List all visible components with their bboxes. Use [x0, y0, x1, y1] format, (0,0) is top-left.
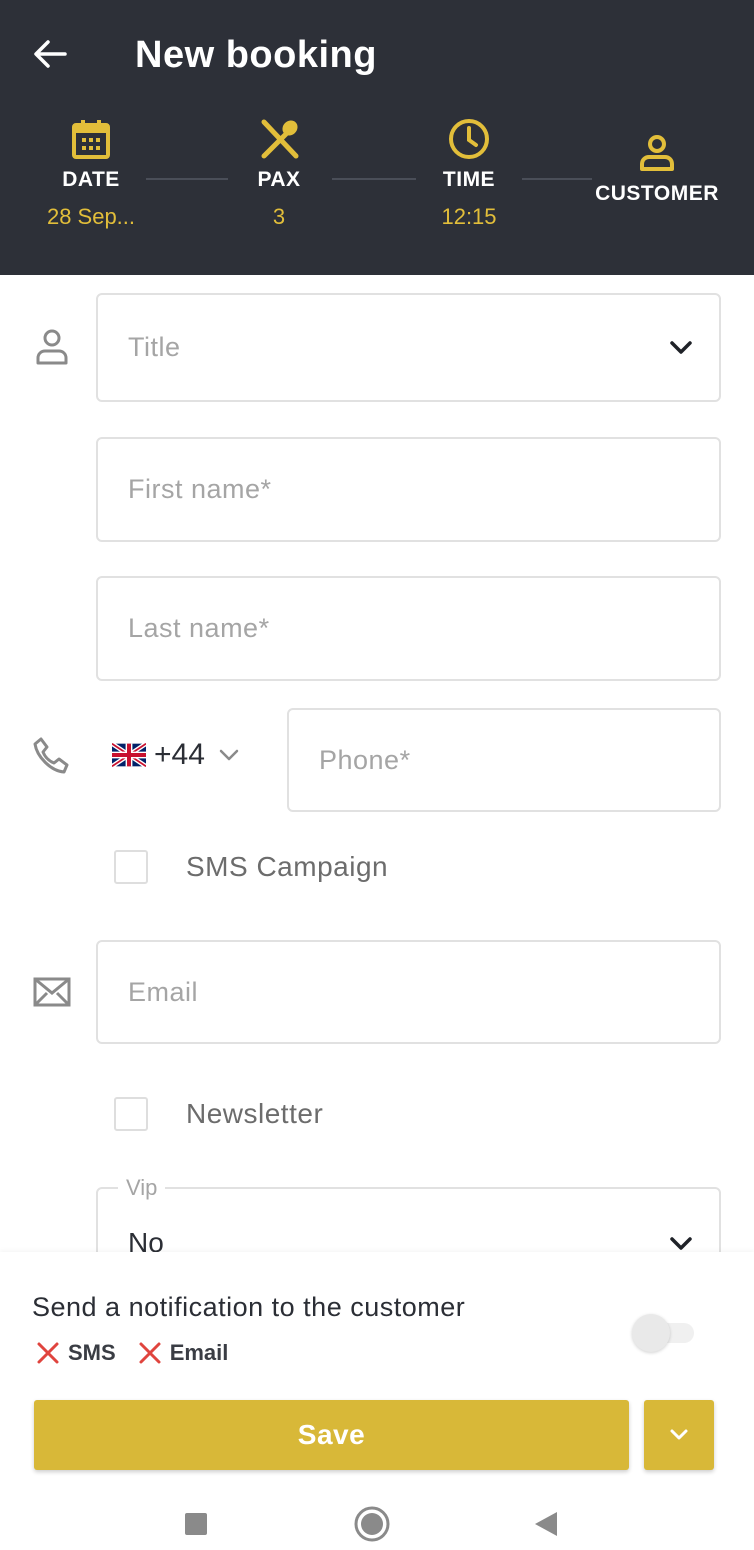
email-placeholder: Email [128, 976, 199, 1007]
step-connector [522, 178, 592, 180]
newsletter-checkbox[interactable] [114, 1097, 148, 1131]
email-field[interactable]: Email [96, 940, 721, 1044]
step-pax[interactable]: PAX 3 [204, 116, 354, 230]
step-date-label: DATE [62, 168, 120, 191]
step-pax-value: 3 [272, 204, 286, 229]
country-code: +44 [154, 738, 205, 771]
chevron-down-icon [219, 748, 239, 762]
country-code-select[interactable]: +44 [110, 735, 239, 775]
step-time[interactable]: TIME 12:15 [394, 116, 544, 230]
system-navigation-bar [0, 1490, 754, 1550]
notification-channels: SMS Email [36, 1340, 228, 1366]
close-icon [37, 1342, 59, 1364]
email-channel-label: Email [169, 1340, 229, 1365]
first-name-placeholder: First name* [128, 474, 272, 504]
person-icon [584, 130, 730, 176]
toggle-knob [632, 1314, 670, 1352]
step-time-value: 12:15 [441, 204, 497, 229]
home-circle-icon[interactable] [352, 1504, 392, 1544]
newsletter-label: Newsletter [186, 1098, 324, 1129]
phone-placeholder: Phone* [319, 744, 411, 775]
sms-campaign-label: SMS Campaign [186, 851, 389, 882]
step-customer-label: CUSTOMER [595, 182, 719, 205]
chevron-down-icon [669, 295, 693, 400]
back-arrow-icon[interactable] [30, 34, 70, 74]
person-icon [30, 325, 74, 369]
notification-label: Send a notification to the customer [32, 1292, 466, 1322]
email-channel: Email [138, 1340, 229, 1366]
title-select-value: Title [128, 332, 181, 362]
sms-channel: SMS [36, 1340, 116, 1366]
save-button[interactable]: Save [34, 1400, 629, 1470]
close-icon [139, 1342, 161, 1364]
envelope-icon [30, 970, 74, 1014]
first-name-field[interactable]: First name* [96, 437, 721, 542]
step-date[interactable]: DATE 28 Sep... [16, 116, 166, 230]
back-triangle-icon[interactable] [526, 1504, 566, 1544]
page-title: New booking [135, 34, 377, 76]
step-customer[interactable]: CUSTOMER [584, 130, 730, 206]
phone-icon [30, 734, 74, 778]
calendar-icon [16, 116, 166, 162]
vip-select-label: Vip [118, 1175, 166, 1201]
last-name-placeholder: Last name* [128, 613, 270, 643]
clock-icon [394, 116, 544, 162]
sms-channel-label: SMS [68, 1340, 116, 1365]
app-header: New booking DATE 28 Sep... PAX 3 TIME 12… [0, 0, 754, 275]
chevron-down-icon [670, 1429, 688, 1440]
fork-spoon-icon [204, 116, 354, 162]
save-options-button[interactable] [644, 1400, 714, 1470]
phone-field[interactable]: Phone* [287, 708, 721, 812]
last-name-field[interactable]: Last name* [96, 576, 721, 681]
recents-square-icon[interactable] [176, 1504, 216, 1544]
step-date-value: 28 Sep... [46, 204, 136, 229]
step-pax-label: PAX [257, 168, 301, 191]
title-select[interactable]: Title [96, 293, 721, 402]
step-time-label: TIME [442, 168, 496, 191]
uk-flag-icon [110, 741, 148, 769]
notification-toggle[interactable] [632, 1314, 694, 1352]
sms-campaign-checkbox[interactable] [114, 850, 148, 884]
